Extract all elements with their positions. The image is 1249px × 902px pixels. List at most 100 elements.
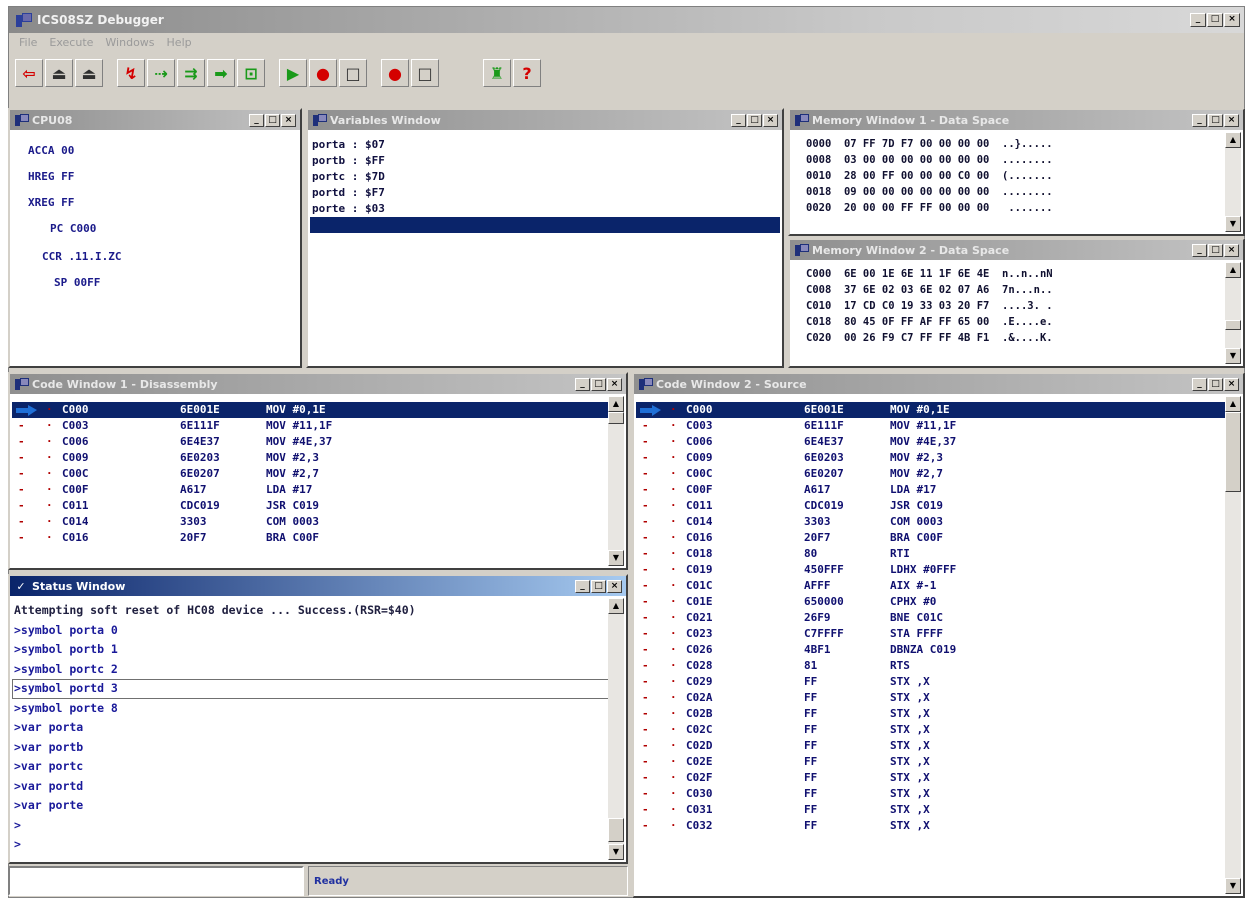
memory-row[interactable]: C010 17 CD C0 19 33 03 20 F7 ....3. .: [792, 298, 1241, 314]
breakpoint-marker-icon[interactable]: -: [18, 434, 25, 450]
code-row[interactable]: - · C02B FF STX ,X: [636, 706, 1241, 722]
breakpoint-marker-icon[interactable]: -: [642, 690, 649, 706]
minimize-button[interactable]: _: [1192, 243, 1207, 257]
maximize-button[interactable]: □: [1208, 377, 1223, 391]
memory-1-scrollbar[interactable]: ▲ ▼: [1225, 132, 1241, 232]
breakpoint-marker-icon[interactable]: -: [642, 466, 649, 482]
memory-row[interactable]: C000 6E 00 1E 6E 11 1F 6E 4E n..n..nN: [792, 266, 1241, 282]
scroll-up-arrow-icon[interactable]: ▲: [608, 598, 624, 614]
scroll-down-arrow-icon[interactable]: ▼: [608, 844, 624, 860]
breakpoint-marker-icon[interactable]: -: [642, 594, 649, 610]
scroll-thumb[interactable]: [608, 818, 624, 842]
breakpoint-marker-icon[interactable]: -: [642, 626, 649, 642]
scroll-down-arrow-icon[interactable]: ▼: [608, 550, 624, 566]
code-row[interactable]: - · C009 6E0203 MOV #2,3: [636, 450, 1241, 466]
upload-icon[interactable]: ⏏: [75, 59, 103, 87]
breakpoint-marker-icon[interactable]: -: [642, 546, 649, 562]
memory-row[interactable]: 0020 20 00 00 FF FF 00 00 00 .......: [792, 200, 1241, 216]
scroll-thumb[interactable]: [1225, 320, 1241, 330]
breakpoint-window-icon[interactable]: ●: [381, 59, 409, 87]
close-button[interactable]: ×: [1224, 113, 1239, 127]
load-icon[interactable]: ⏏: [45, 59, 73, 87]
minimize-button[interactable]: _: [1190, 13, 1206, 27]
breakpoint-marker-icon[interactable]: -: [642, 434, 649, 450]
status-line-focused[interactable]: >symbol portd 3: [12, 679, 622, 699]
minimize-button[interactable]: _: [575, 579, 590, 593]
register-hreg[interactable]: HREG FF: [28, 170, 74, 183]
breakpoint-marker-icon[interactable]: -: [642, 818, 649, 834]
variable-row-selected-empty[interactable]: [310, 217, 780, 233]
code-1-scrollbar[interactable]: ▲ ▼: [608, 396, 624, 566]
code-row[interactable]: - · C003 6E111F MOV #11,1F: [12, 418, 624, 434]
variables-window-title-bar[interactable]: Variables Window _ □ ×: [308, 110, 782, 130]
step-over-icon[interactable]: ⊡: [237, 59, 265, 87]
code-row[interactable]: - · C018 80 RTI: [636, 546, 1241, 562]
set-breakpoint-icon[interactable]: ●: [309, 59, 337, 87]
scroll-thumb[interactable]: [1225, 412, 1241, 492]
close-button[interactable]: ×: [763, 113, 778, 127]
code-row[interactable]: - · C02C FF STX ,X: [636, 722, 1241, 738]
close-button[interactable]: ×: [607, 579, 622, 593]
memory-row[interactable]: 0000 07 FF 7D F7 00 00 00 00 ..}.....: [792, 136, 1241, 152]
scroll-down-arrow-icon[interactable]: ▼: [1225, 216, 1241, 232]
breakpoint-marker-icon[interactable]: -: [642, 418, 649, 434]
scroll-down-arrow-icon[interactable]: ▼: [1225, 878, 1241, 894]
menu-file[interactable]: File: [13, 36, 43, 49]
register-xreg[interactable]: XREG FF: [28, 196, 74, 209]
code-row[interactable]: - · C011 CDC019 JSR C019: [636, 498, 1241, 514]
app-icon[interactable]: [15, 12, 32, 28]
breakpoint-step-icon[interactable]: ↯: [117, 59, 145, 87]
variable-row-portb[interactable]: portb : $FF: [310, 153, 780, 169]
breakpoint-marker-icon[interactable]: -: [642, 722, 649, 738]
code-window-2-title-bar[interactable]: Code Window 2 - Source _ □ ×: [634, 374, 1243, 394]
code-row[interactable]: - · C009 6E0203 MOV #2,3: [12, 450, 624, 466]
help-icon[interactable]: ?: [513, 59, 541, 87]
run-breakpoint-icon[interactable]: ▶: [279, 59, 307, 87]
maximize-button[interactable]: □: [1208, 113, 1223, 127]
memory-window-2-title-bar[interactable]: Memory Window 2 - Data Space _ □ ×: [790, 240, 1243, 260]
close-button[interactable]: ×: [1224, 243, 1239, 257]
status-window-title-bar[interactable]: ✓ Status Window _ □ ×: [10, 576, 626, 596]
breakpoint-marker-icon[interactable]: -: [18, 530, 25, 546]
breakpoint-marker-icon[interactable]: -: [642, 450, 649, 466]
code-row[interactable]: - · C02E FF STX ,X: [636, 754, 1241, 770]
code-row[interactable]: - · C01C AFFF AIX #-1: [636, 578, 1241, 594]
reset-icon[interactable]: ⇦: [15, 59, 43, 87]
step-icon[interactable]: ⇢: [147, 59, 175, 87]
maximize-button[interactable]: □: [591, 377, 606, 391]
scroll-up-arrow-icon[interactable]: ▲: [1225, 262, 1241, 278]
code-row[interactable]: - · C021 26F9 BNE C01C: [636, 610, 1241, 626]
menu-help[interactable]: Help: [161, 36, 198, 49]
code-row[interactable]: - · C029 FF STX ,X: [636, 674, 1241, 690]
minimize-button[interactable]: _: [249, 113, 264, 127]
breakpoint-marker-icon[interactable]: -: [642, 674, 649, 690]
breakpoint-marker-icon[interactable]: -: [642, 642, 649, 658]
current-instruction-row[interactable]: · C000 6E001E MOV #0,1E: [12, 402, 624, 418]
breakpoint-marker-icon[interactable]: -: [642, 530, 649, 546]
code-row[interactable]: - · C028 81 RTS: [636, 658, 1241, 674]
code-row[interactable]: - · C006 6E4E37 MOV #4E,37: [12, 434, 624, 450]
breakpoint-marker-icon[interactable]: -: [642, 514, 649, 530]
status-scrollbar[interactable]: ▲ ▼: [608, 598, 624, 860]
code-row[interactable]: - · C011 CDC019 JSR C019: [12, 498, 624, 514]
breakpoint-marker-icon[interactable]: -: [18, 466, 25, 482]
memory-row[interactable]: C020 00 26 F9 C7 FF FF 4B F1 .&....K.: [792, 330, 1241, 346]
variable-row-porta[interactable]: porta : $07: [310, 137, 780, 153]
breakpoint-marker-icon[interactable]: -: [642, 786, 649, 802]
breakpoint-marker-icon[interactable]: -: [642, 578, 649, 594]
code-row[interactable]: - · C019 450FFF LDHX #0FFF: [636, 562, 1241, 578]
code-row[interactable]: - · C00C 6E0207 MOV #2,7: [636, 466, 1241, 482]
scroll-up-arrow-icon[interactable]: ▲: [1225, 132, 1241, 148]
variable-row-portc[interactable]: portc : $7D: [310, 169, 780, 185]
clear-breakpoint-icon[interactable]: □: [339, 59, 367, 87]
register-pc[interactable]: PC C000: [50, 222, 96, 235]
code-row[interactable]: - · C02A FF STX ,X: [636, 690, 1241, 706]
minimize-button[interactable]: _: [731, 113, 746, 127]
scroll-up-arrow-icon[interactable]: ▲: [1225, 396, 1241, 412]
code-row[interactable]: - · C02F FF STX ,X: [636, 770, 1241, 786]
breakpoint-marker-icon[interactable]: -: [642, 754, 649, 770]
breakpoint-marker-icon[interactable]: -: [642, 770, 649, 786]
maximize-button[interactable]: □: [591, 579, 606, 593]
close-button[interactable]: ×: [281, 113, 296, 127]
memory-window-1-title-bar[interactable]: Memory Window 1 - Data Space _ □ ×: [790, 110, 1243, 130]
